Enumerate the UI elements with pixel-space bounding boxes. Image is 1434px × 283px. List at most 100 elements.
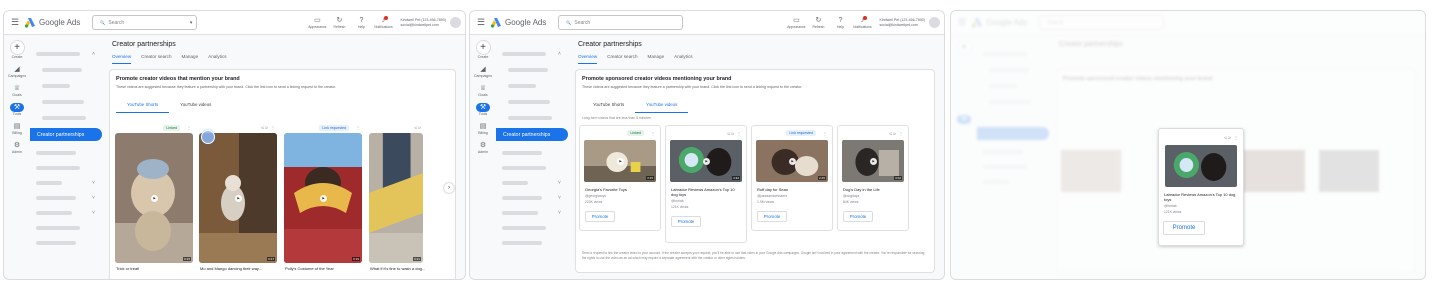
tab-analytics[interactable]: Analytics [208, 54, 226, 64]
subnav-item[interactable] [30, 97, 104, 107]
menu-icon[interactable]: ☰ [474, 17, 488, 28]
rail-goals[interactable]: ♕ Goals [12, 84, 21, 97]
short-thumbnail[interactable]: 0:21 [369, 133, 423, 263]
subnav-item[interactable]: ˅ [496, 208, 570, 218]
tab-manage[interactable]: Manage [182, 54, 199, 64]
video-card[interactable]: ⊂⊃ ⋮ ▶ 4:32 Labrador Reviews Amazon's Top… [665, 125, 747, 243]
google-ads-logo[interactable]: Google Ads [490, 17, 546, 28]
play-icon[interactable]: ▶ [703, 158, 710, 165]
notifications-button[interactable]: ♪ Notifications [851, 15, 873, 29]
video-thumbnail[interactable]: ▶ 4:32 [670, 140, 742, 182]
tab-youtube-videos[interactable]: YouTube videos [635, 99, 689, 113]
play-icon[interactable]: ▶ [151, 195, 158, 202]
rail-billing[interactable]: ▤ Billing [12, 122, 22, 135]
subnav-item[interactable] [496, 81, 570, 91]
video-thumbnail[interactable] [1165, 145, 1237, 187]
tab-analytics[interactable]: Analytics [674, 54, 692, 64]
video-card[interactable]: Link requested ⋮ ▶ 2:45 Ruff day for Sean… [751, 125, 833, 231]
rail-tools[interactable]: ⚒ Tools [475, 103, 491, 116]
link-icon[interactable]: ⊂⊃ [414, 125, 421, 130]
tab-overview[interactable]: Overview [578, 54, 598, 64]
subnav-item[interactable]: ˅ [30, 193, 104, 203]
account-info[interactable]: Kindwell Pet (123-456-7890) social@kindw… [400, 18, 446, 28]
video-card[interactable]: ⊂⊃ ⋮ ▶ 3:02 Dog's Day in the Life @dogday… [837, 125, 909, 231]
tab-overview[interactable]: Overview [112, 54, 132, 64]
rail-campaigns[interactable]: ◢ Campaigns [474, 65, 492, 78]
rail-admin[interactable]: ⚙ Admin [12, 141, 22, 154]
more-vert-icon[interactable]: ⋮ [737, 131, 741, 136]
tab-creator-search[interactable]: Creator search [607, 54, 637, 64]
play-icon[interactable]: ▶ [235, 195, 242, 202]
link-icon[interactable]: ⊂⊃ [261, 125, 268, 130]
play-icon[interactable]: ▶ [617, 158, 624, 165]
subnav-item[interactable] [30, 223, 104, 233]
short-thumbnail[interactable]: ▶ 0:27 [199, 133, 277, 263]
short-card[interactable]: ⊂⊃ 0:21 What if it's fine to wash a dog.… [366, 122, 426, 272]
short-thumbnail[interactable]: ▶ 0:15 [115, 133, 193, 263]
promote-button[interactable]: Promote [757, 210, 787, 222]
subnav-item[interactable] [496, 238, 570, 248]
search-input[interactable]: 🔍 Search [558, 15, 684, 30]
rail-create[interactable]: + Create [9, 35, 25, 59]
tab-youtube-shorts[interactable]: YouTube Shorts [582, 99, 635, 113]
subnav-item[interactable] [30, 148, 104, 158]
link-icon[interactable]: ⊂⊃ [1224, 135, 1231, 140]
link-icon[interactable]: ⊂⊃ [889, 131, 896, 136]
promote-button[interactable]: Promote [1163, 220, 1205, 235]
subnav-item[interactable] [30, 65, 104, 75]
subnav-item[interactable] [496, 223, 570, 233]
subnav-item[interactable] [496, 163, 570, 173]
subnav-item[interactable] [496, 65, 570, 75]
chevron-right-icon[interactable]: › [444, 183, 454, 193]
short-card[interactable]: Linked ⋮ ▶ 0:15 Trick or treat! [112, 122, 196, 272]
subnav-item[interactable] [30, 113, 104, 123]
more-vert-icon[interactable]: ⋮ [271, 125, 275, 130]
google-ads-logo[interactable]: Google Ads [24, 17, 80, 28]
play-icon[interactable]: ▶ [320, 195, 327, 202]
tab-manage[interactable]: Manage [648, 54, 665, 64]
tab-youtube-shorts[interactable]: YouTube Shorts [116, 99, 170, 113]
tab-youtube-videos[interactable]: YouTube videos [169, 99, 222, 113]
subnav-item[interactable]: ˅ [496, 193, 570, 203]
short-card[interactable]: ⊂⊃ ⋮ ▶ 0:27 Mo and Mango dancing their wa… [196, 122, 280, 272]
subnav-item[interactable] [496, 113, 570, 123]
subnav-item[interactable] [30, 81, 104, 91]
video-thumbnail[interactable]: ▶ 3:02 [842, 140, 904, 182]
rail-goals[interactable]: ♕ Goals [478, 84, 487, 97]
help-button[interactable]: ? Help [350, 17, 372, 29]
rail-admin[interactable]: ⚙ Admin [478, 141, 488, 154]
menu-icon[interactable]: ☰ [8, 17, 22, 28]
tab-creator-search[interactable]: Creator search [141, 54, 171, 64]
subnav-item[interactable] [496, 148, 570, 158]
notifications-button[interactable]: ♪ Notifications [372, 15, 394, 29]
short-card[interactable]: Link requested ⋮ ▶ 0:19 Polly's Costume o… [281, 122, 365, 272]
short-thumbnail[interactable]: ▶ 0:19 [284, 133, 362, 263]
subnav-item-creator-partnerships[interactable]: Creator partnerships [496, 128, 568, 141]
video-card[interactable]: Linked ⋮ ▶ 3:15 Georgia's Favorite Toys @… [579, 125, 661, 231]
video-thumbnail[interactable]: ▶ 3:15 [584, 140, 656, 182]
promote-button[interactable]: Promote [671, 215, 701, 227]
account-info[interactable]: Kindwell Pet (123-456-7890) social@kindw… [879, 18, 925, 28]
subnav-item[interactable]: ˄ [496, 49, 570, 59]
link-icon[interactable]: ⊂⊃ [727, 131, 734, 136]
play-icon[interactable]: ▶ [870, 158, 877, 165]
subnav-item[interactable]: ˄ [30, 49, 104, 59]
promote-button[interactable]: Promote [585, 210, 615, 222]
rail-billing[interactable]: ▤ Billing [478, 122, 488, 135]
search-input[interactable]: 🔍 Search ▾ [92, 15, 198, 30]
video-thumbnail[interactable]: ▶ 2:45 [756, 140, 828, 182]
subnav-item[interactable]: ˅ [30, 208, 104, 218]
rail-campaigns[interactable]: ◢ Campaigns [8, 65, 26, 78]
rail-tools[interactable]: ⚒ Tools [9, 103, 25, 116]
appearance-button[interactable]: ▭ Appearance [306, 17, 328, 29]
more-vert-icon[interactable]: ⋮ [1234, 135, 1238, 140]
help-button[interactable]: ? Help [829, 17, 851, 29]
more-vert-icon[interactable]: ⋮ [187, 125, 191, 130]
more-vert-icon[interactable]: ⋮ [899, 131, 903, 136]
subnav-item[interactable]: ˅ [30, 178, 104, 188]
subnav-item[interactable] [30, 238, 104, 248]
rail-create[interactable]: + Create [475, 35, 491, 59]
more-vert-icon[interactable]: ⋮ [651, 131, 655, 136]
more-vert-icon[interactable]: ⋮ [823, 131, 827, 136]
avatar[interactable] [929, 17, 940, 28]
